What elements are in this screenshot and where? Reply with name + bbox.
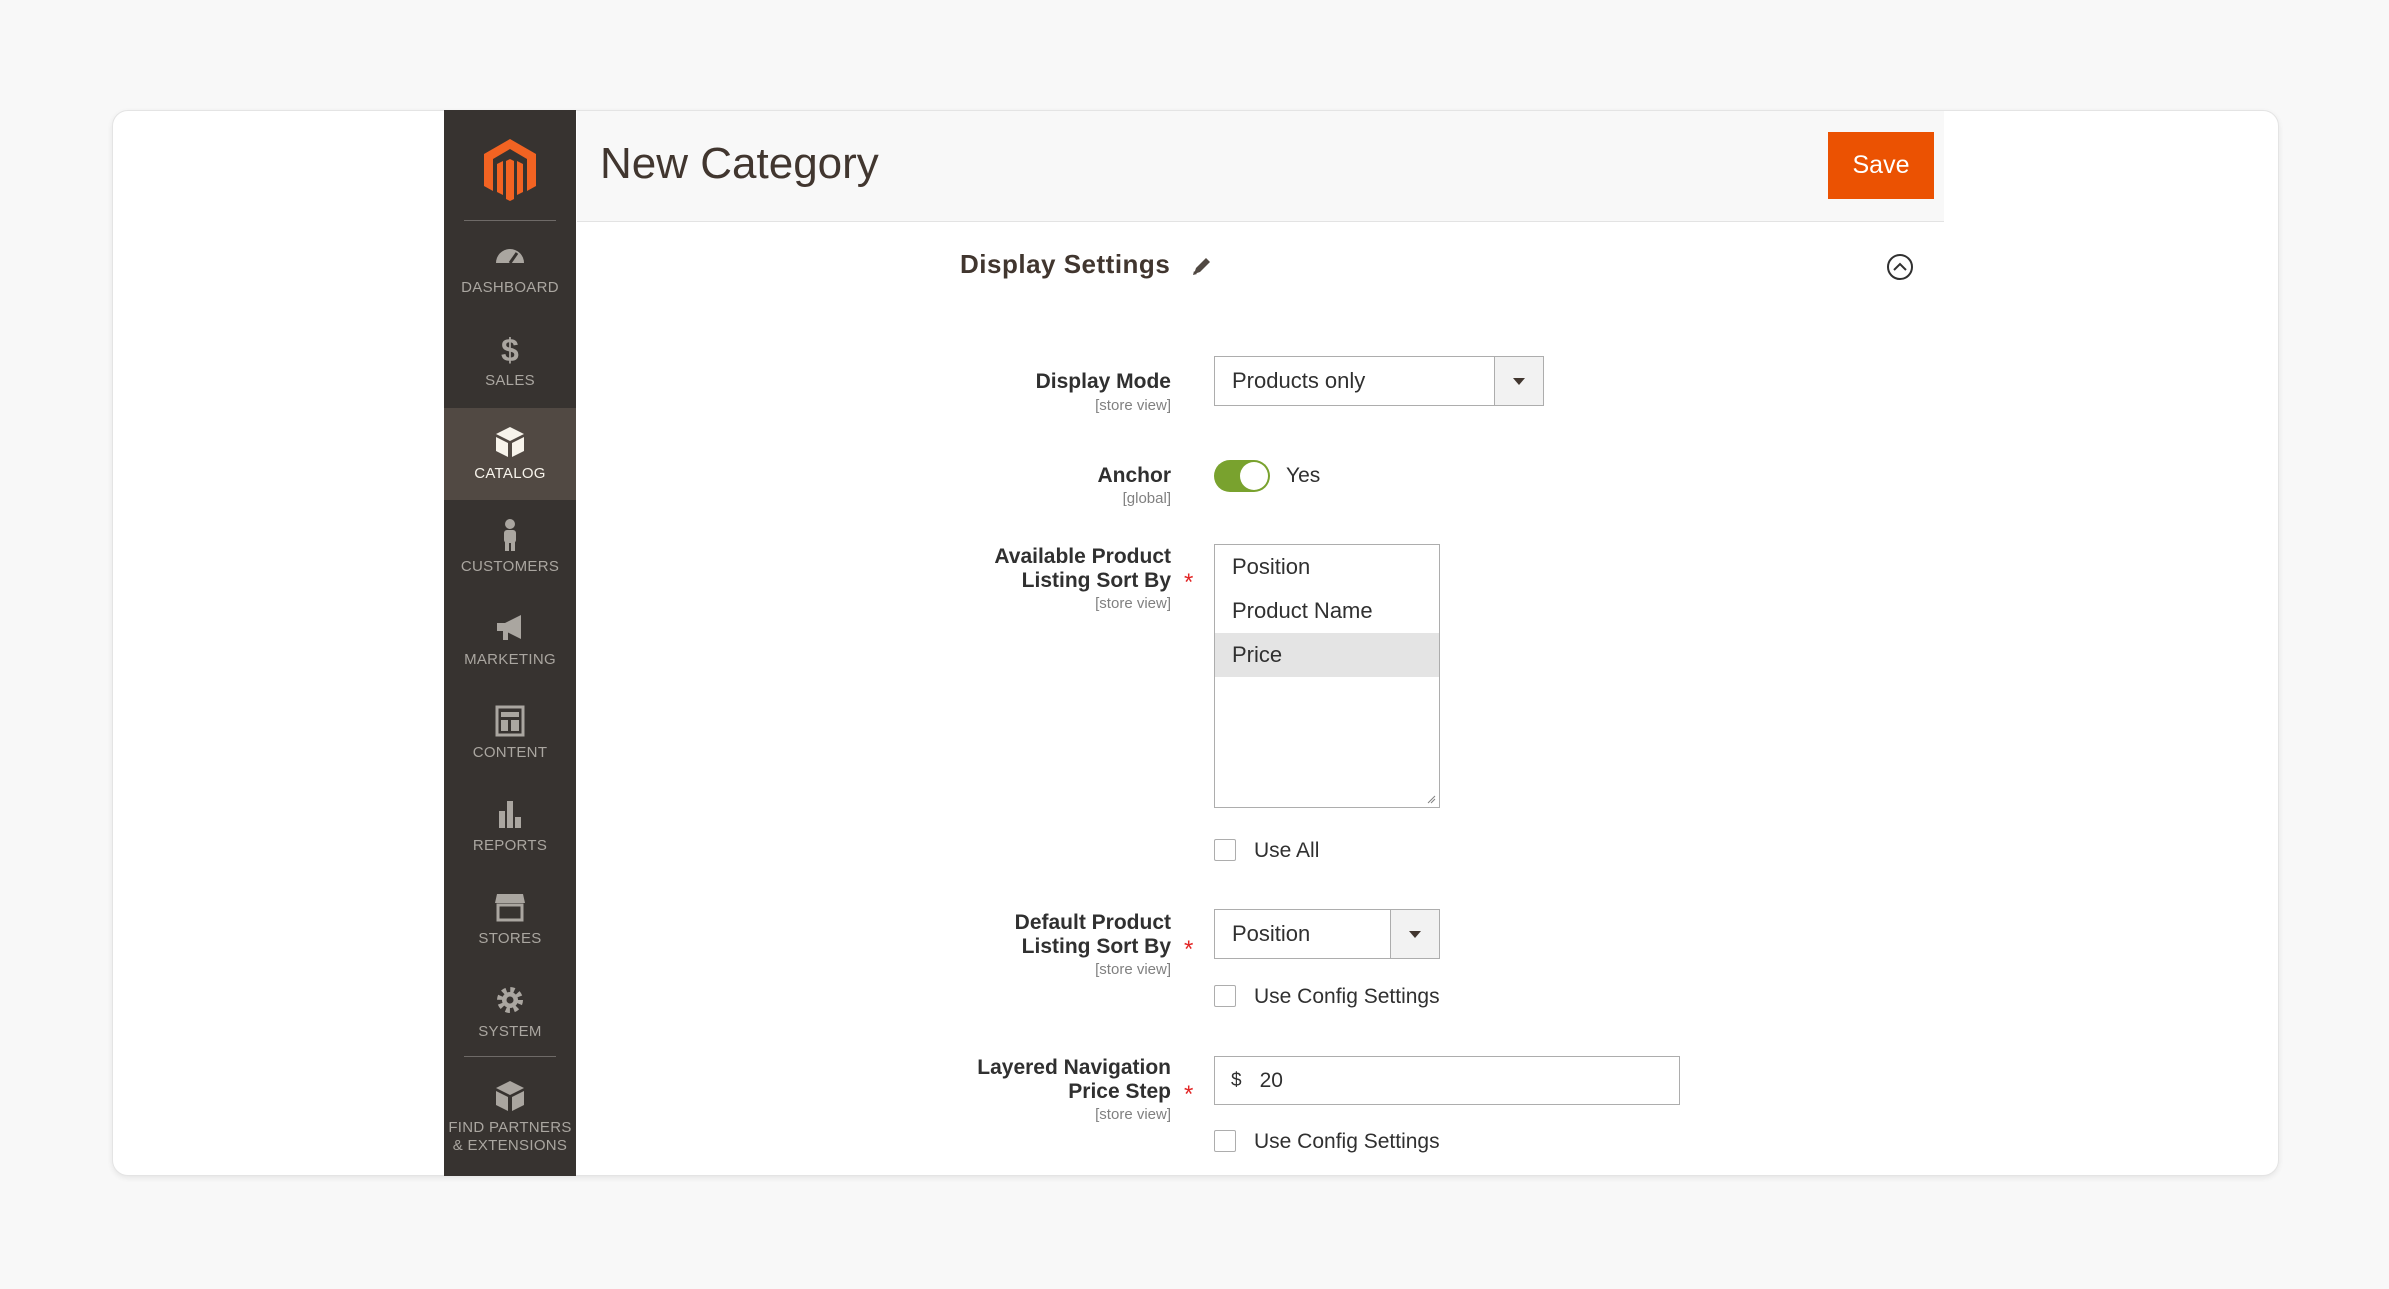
layout-icon: [495, 705, 525, 737]
price-step-label-line2: Price Step: [1068, 1080, 1171, 1103]
sidebar-item-label: CONTENT: [472, 744, 548, 761]
person-icon: [504, 519, 516, 551]
sidebar-item-label: STORES: [478, 930, 542, 947]
save-button[interactable]: Save: [1828, 132, 1934, 199]
sidebar-item-stores[interactable]: STORES: [444, 873, 576, 965]
storefront-icon: [495, 894, 525, 922]
sidebar-item-marketing[interactable]: MARKETING: [444, 594, 576, 686]
default-sort-scope: [store view]: [1095, 961, 1171, 978]
available-sort-scope: [store view]: [1095, 595, 1171, 612]
sidebar-item-label: DASHBOARD: [461, 279, 559, 296]
sidebar-item-label: CATALOG: [474, 465, 546, 482]
page-header: New Category Save: [577, 111, 1944, 222]
available-sort-multiselect[interactable]: Position Product Name Price: [1214, 544, 1440, 808]
anchor-toggle[interactable]: [1214, 460, 1270, 492]
sidebar-item-content[interactable]: CONTENT: [444, 687, 576, 779]
price-step-value: 20: [1259, 1068, 1283, 1092]
sidebar-item-label: CUSTOMERS: [460, 558, 560, 575]
default-sort-label-line1: Default Product: [1014, 911, 1171, 934]
display-mode-value: Products only: [1232, 368, 1366, 393]
bar-chart-icon: [499, 801, 521, 828]
sidebar-divider: [464, 220, 556, 221]
sidebar-item-label: SYSTEM: [478, 1023, 542, 1040]
dropdown-arrow-icon[interactable]: [1390, 910, 1439, 958]
pencil-icon[interactable]: [1190, 254, 1214, 278]
sidebar-item-label: SALES: [485, 372, 535, 389]
display-mode-label: Display Mode: [1035, 370, 1171, 393]
available-sort-label-line2: Listing Sort By: [1021, 569, 1171, 592]
svg-text:$: $: [501, 332, 519, 366]
list-item[interactable]: Position: [1215, 545, 1439, 589]
sidebar-item-find-partners[interactable]: FIND PARTNERS & EXTENSIONS: [444, 1062, 576, 1172]
price-step-input[interactable]: $ 20: [1214, 1056, 1680, 1105]
currency-prefix: $: [1231, 1069, 1242, 1091]
magento-logo-icon: [484, 139, 536, 201]
sidebar-item-customers[interactable]: CUSTOMERS: [444, 501, 576, 593]
page-title: New Category: [600, 139, 879, 188]
price-step-scope: [store view]: [1095, 1106, 1171, 1123]
list-item-selected[interactable]: Price: [1215, 633, 1439, 677]
display-mode-scope: [store view]: [1095, 397, 1171, 414]
section-title[interactable]: Display Settings: [960, 249, 1170, 280]
default-sort-value: Position: [1232, 921, 1311, 946]
default-sort-select[interactable]: Position: [1214, 909, 1440, 959]
toggle-knob: [1240, 462, 1268, 490]
sidebar-item-label: REPORTS: [472, 837, 548, 854]
sidebar-divider: [464, 1056, 556, 1057]
dashboard-icon: [496, 249, 524, 264]
sidebar-item-label: MARKETING: [464, 651, 556, 668]
admin-sidebar: DASHBOARD $ SALES CATALOG CUSTOMERS MARK…: [444, 110, 576, 1176]
default-sort-use-config-checkbox[interactable]: [1214, 985, 1236, 1007]
dropdown-arrow-icon[interactable]: [1494, 357, 1543, 405]
sidebar-item-label: FIND PARTNERS: [448, 1119, 572, 1136]
anchor-label: Anchor: [1097, 464, 1172, 487]
resize-handle-icon[interactable]: [1426, 794, 1436, 804]
sidebar-item-catalog[interactable]: CATALOG: [444, 408, 576, 500]
available-sort-label-line1: Available Product: [994, 545, 1171, 568]
sidebar-item-dashboard[interactable]: DASHBOARD: [444, 222, 576, 314]
anchor-toggle-label: Yes: [1286, 464, 1321, 487]
magento-logo[interactable]: [444, 128, 576, 212]
dollar-icon: $: [501, 332, 519, 366]
megaphone-icon: [497, 615, 521, 640]
list-item[interactable]: Product Name: [1215, 589, 1439, 633]
box-icon: [496, 1081, 524, 1111]
cube-icon: [496, 427, 524, 457]
sidebar-item-label-line2: & EXTENSIONS: [452, 1137, 568, 1154]
price-step-use-config-checkbox[interactable]: [1214, 1130, 1236, 1152]
sidebar-item-reports[interactable]: REPORTS: [444, 780, 576, 872]
default-sort-use-config-label[interactable]: Use Config Settings: [1254, 985, 1440, 1009]
price-step-use-config-label[interactable]: Use Config Settings: [1254, 1130, 1440, 1154]
default-sort-label-line2: Listing Sort By: [1021, 935, 1171, 958]
collapse-icon[interactable]: [1885, 252, 1915, 282]
price-step-label-line1: Layered Navigation: [977, 1056, 1171, 1079]
anchor-scope: [global]: [1122, 490, 1171, 507]
required-marker: *: [1184, 936, 1194, 963]
required-marker: *: [1184, 569, 1194, 596]
display-mode-select[interactable]: Products only: [1214, 356, 1544, 406]
sidebar-item-sales[interactable]: $ SALES: [444, 315, 576, 407]
use-all-label[interactable]: Use All: [1254, 839, 1319, 863]
sidebar-item-system[interactable]: SYSTEM: [444, 966, 576, 1058]
use-all-checkbox[interactable]: [1214, 839, 1236, 861]
required-marker: *: [1184, 1081, 1194, 1108]
gear-icon: [497, 987, 523, 1013]
